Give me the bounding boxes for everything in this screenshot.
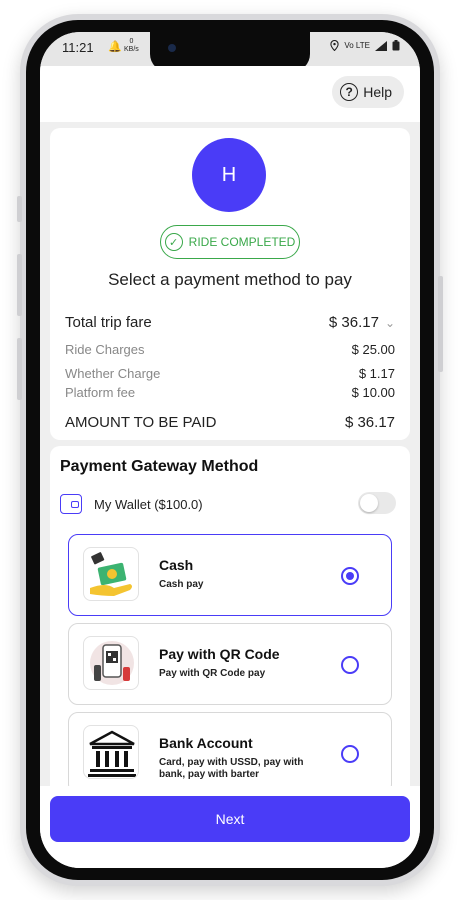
bank-subtitle: Card, pay with USSD, pay with bank, pay … [159,757,304,780]
payment-option-qr[interactable]: Pay with QR Code Pay with QR Code pay [68,623,392,705]
location-icon [330,40,339,51]
wallet-row: My Wallet ($100.0) [60,490,400,518]
total-fare-label: Total trip fare [65,314,152,331]
bottom-bar: Next [40,786,420,868]
front-camera [168,44,176,52]
cash-title: Cash [159,557,194,573]
question-icon: ? [340,83,359,101]
help-button[interactable]: ? Help [332,76,404,108]
ride-charges-label: Ride Charges [65,342,145,357]
total-fare-row[interactable]: Total trip fare $ 36.17 ⌄ [65,314,395,331]
qr-radio[interactable] [341,656,359,674]
payment-method-title: Payment Gateway Method [60,458,259,475]
bank-title: Bank Account [159,735,253,751]
signal-icon [375,40,387,51]
ride-summary-card: H ✓ RIDE COMPLETED Select a payment meth… [50,128,410,440]
help-label: Help [363,84,392,100]
network-speed: 0 KB/s [124,38,139,54]
wallet-toggle-knob [360,494,378,512]
speed-unit: KB/s [124,46,139,53]
amount-due-row: AMOUNT TO BE PAID $ 36.17 [65,414,395,431]
weather-charge-value: $ 1.17 [358,366,395,381]
payment-prompt: Select a payment method to pay [108,270,352,289]
wallet-toggle[interactable] [358,492,396,514]
qr-code-icon [83,636,139,690]
bank-radio[interactable] [341,745,359,763]
status-badge: ✓ RIDE COMPLETED [160,225,300,259]
amount-due-label: AMOUNT TO BE PAID [65,414,217,431]
cash-radio[interactable] [341,567,359,585]
side-button-mute [17,196,22,222]
app-header: ? Help [40,66,420,122]
payment-option-cash[interactable]: Cash Cash pay [68,534,392,616]
status-right: Vo LTE [330,40,400,51]
payment-option-bank[interactable]: Bank Account Card, pay with USSD, pay wi… [68,712,392,786]
next-button[interactable]: Next [50,796,410,842]
cash-icon [83,547,139,601]
side-button-power [438,276,443,372]
payment-method-card: Payment Gateway Method My Wallet ($100.0… [50,446,410,786]
speed-value: 0 [129,38,134,45]
network-label: Vo LTE [344,41,370,50]
weather-charge-label: Whether Charge [65,366,161,381]
side-button-volume-up [17,254,22,316]
status-badge-label: RIDE COMPLETED [188,235,296,249]
side-button-volume-down [17,338,22,400]
bell-icon: 🔔 [108,41,122,53]
wallet-label: My Wallet ($100.0) [94,496,203,512]
platform-fee-value: $ 10.00 [351,385,395,400]
amount-due-value: $ 36.17 [344,414,395,431]
total-fare-value: $ 36.17 [328,314,379,331]
cash-subtitle: Cash pay [159,579,204,590]
platform-fee-label: Platform fee [65,385,136,400]
wallet-icon [60,494,82,514]
qr-subtitle: Pay with QR Code pay [159,668,266,679]
chevron-down-icon[interactable]: ⌄ [385,316,395,330]
qr-title: Pay with QR Code [159,646,280,662]
battery-icon [392,40,400,51]
bank-icon [83,725,139,779]
status-time: 11:21 [62,40,94,55]
ride-charges-row: Ride Charges $ 25.00 [65,342,395,357]
avatar: H [192,138,266,212]
check-circle-icon: ✓ [164,233,183,251]
platform-fee-row: Platform fee $ 10.00 [65,385,395,400]
phone-screen: 11:21 🔔 0 KB/s Vo LTE ? Help H ✓ RIDE CO… [40,32,420,868]
ride-charges-value: $ 25.00 [351,342,395,357]
weather-charge-row: Whether Charge $ 1.17 [65,366,395,381]
